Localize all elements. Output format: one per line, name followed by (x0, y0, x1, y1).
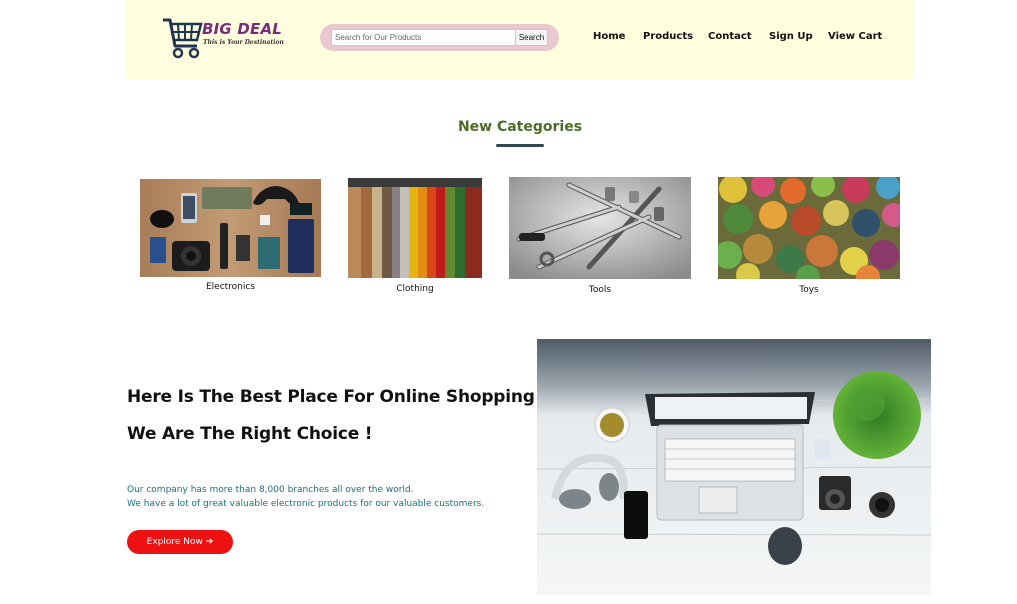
hero-text-2: We have a lot of great valuable electron… (127, 499, 485, 509)
category-label: Electronics (205, 282, 256, 292)
tools-image[interactable] (509, 177, 691, 279)
category-electronics[interactable]: Electronics (140, 179, 321, 299)
hero-desk-image (537, 339, 931, 595)
site-header: BIG DEAL This is Your Destination Search… (126, 0, 914, 80)
category-toys[interactable]: Toys (718, 177, 900, 299)
category-label: Tools (588, 285, 612, 295)
toys-image[interactable] (718, 177, 900, 279)
hero-subheadline: We Are The Right Choice ! (127, 424, 373, 444)
title-underline (496, 144, 544, 147)
nav-contact[interactable]: Contact (708, 31, 752, 42)
categories-title: New Categories (457, 119, 583, 135)
nav-view-cart[interactable]: View Cart (828, 31, 882, 42)
category-label: Clothing (396, 284, 434, 294)
nav-home[interactable]: Home (593, 31, 625, 42)
clothing-image[interactable] (348, 178, 482, 278)
category-clothing[interactable]: Clothing (348, 178, 482, 300)
nav-sign-up[interactable]: Sign Up (769, 31, 813, 42)
category-label: Toys (799, 285, 819, 295)
main-nav: Home Products Contact Sign Up View Cart (126, 31, 914, 45)
hero-headline: Here Is The Best Place For Online Shoppi… (127, 387, 535, 407)
explore-now-button[interactable]: Explore Now ➔ (127, 530, 233, 554)
electronics-image[interactable] (140, 179, 321, 277)
hero-text-1: Our company has more than 8,000 branches… (127, 485, 414, 495)
category-tools[interactable]: Tools (509, 177, 691, 299)
nav-products[interactable]: Products (643, 31, 693, 42)
